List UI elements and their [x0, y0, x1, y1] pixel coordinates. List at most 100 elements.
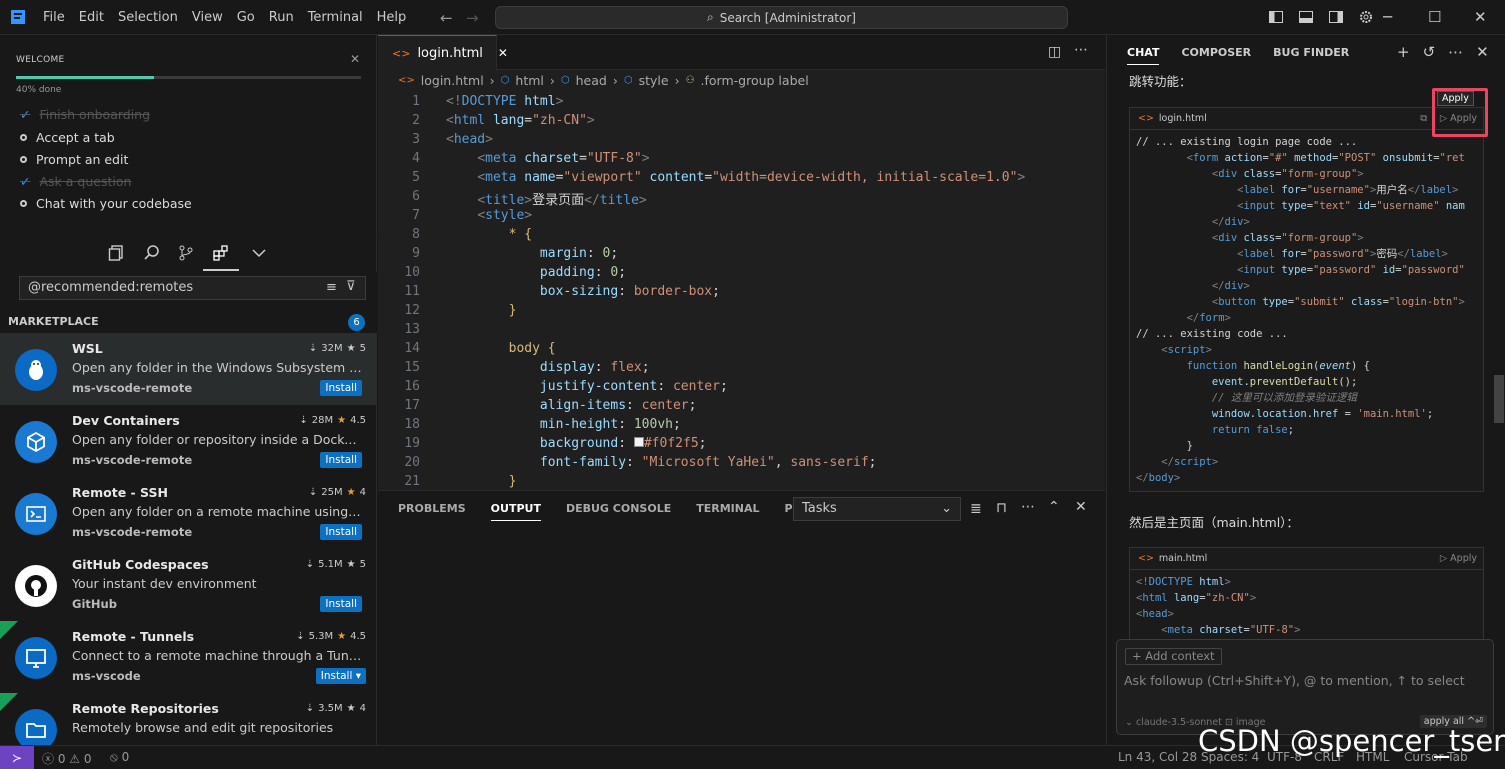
onboarding-item[interactable]: ✓ Ask a question	[20, 174, 131, 189]
filter-icon[interactable]: ⊽	[346, 279, 356, 294]
extension-item[interactable]: Remote Repositories ⇣ 3.5M ★ 4 Remotely bro…	[0, 693, 376, 745]
minimize-icon[interactable]: ─	[1383, 8, 1392, 26]
plus-icon[interactable]: +	[1397, 43, 1410, 61]
output-channel-select[interactable]: Tasks ⌄	[793, 497, 961, 521]
element-icon: ⬡	[560, 75, 570, 86]
menu-run[interactable]: Run	[262, 10, 301, 25]
chat-input-box[interactable]: + Add context Ask followup (Ctrl+Shift+Y…	[1116, 639, 1494, 735]
toggle-panel-icon[interactable]	[1298, 9, 1314, 25]
extension-publisher: ms-vscode-remote	[72, 453, 193, 467]
tab-output[interactable]: OUTPUT	[490, 502, 541, 521]
code-editor[interactable]: 1 <!DOCTYPE html> 2 <html lang="zh-CN"> 3 <…	[378, 92, 1105, 490]
menu-help[interactable]: Help	[370, 10, 414, 25]
menu-selection[interactable]: Selection	[111, 10, 185, 25]
breadcrumb-item[interactable]: style	[639, 73, 669, 88]
history-icon[interactable]: ↺	[1423, 43, 1436, 61]
toggle-secondary-sidebar-icon[interactable]	[1328, 9, 1344, 25]
menu-file[interactable]: File	[36, 10, 72, 25]
gear-icon[interactable]	[1358, 9, 1374, 25]
toggle-sidebar-icon[interactable]	[1268, 9, 1284, 25]
search-icon[interactable]	[143, 244, 161, 262]
onboarding-item[interactable]: Prompt an edit	[20, 152, 128, 167]
errors-indicator[interactable]: ⓧ 0 ⚠ 0	[42, 750, 92, 767]
code-block-header: <> login.html ⧉ ▷ Apply	[1130, 108, 1483, 130]
menu-view[interactable]: View	[185, 10, 230, 25]
forward-arrow-icon[interactable]: →	[466, 9, 479, 27]
install-button[interactable]: Install ▾	[315, 668, 366, 684]
extensions-search-input[interactable]: @recommended:remotes	[19, 276, 366, 300]
close-icon[interactable]: ✕	[498, 46, 508, 60]
extension-item[interactable]: GitHub Codespaces ⇣ 5.1M ★ 5 Your instant d…	[0, 549, 376, 621]
line-number: 18	[404, 417, 420, 432]
tab-bug-finder[interactable]: BUG FINDER	[1273, 46, 1349, 65]
install-button[interactable]: Install	[320, 452, 362, 468]
menu-terminal[interactable]: Terminal	[301, 10, 370, 25]
clear-output-icon[interactable]: ≣	[970, 501, 982, 517]
cloud-download-icon: ⇣	[305, 559, 315, 570]
source-control-icon[interactable]	[177, 244, 195, 262]
apply-button[interactable]: ▷ Apply	[1440, 553, 1477, 564]
explorer-icon[interactable]	[107, 244, 125, 262]
maximize-icon[interactable]: ☐	[1428, 8, 1441, 26]
install-button[interactable]: Install	[320, 380, 362, 396]
tab-chat[interactable]: CHAT	[1127, 46, 1160, 65]
star-icon: ★	[346, 343, 356, 354]
breadcrumb-item[interactable]: .form-group label	[701, 73, 809, 88]
cursor-position[interactable]: Ln 43, Col 28	[1118, 750, 1197, 764]
menu-go[interactable]: Go	[230, 10, 262, 25]
tab-problems[interactable]: PROBLEMS	[398, 502, 466, 521]
maximize-panel-icon[interactable]: ⌃	[1048, 499, 1060, 515]
copy-icon[interactable]: ⧉	[1420, 113, 1427, 124]
tab-terminal[interactable]: TERMINAL	[696, 502, 759, 521]
color-swatch[interactable]	[633, 437, 644, 447]
extension-stats: ⇣ 28M ★ 4.5	[299, 415, 366, 426]
extension-item[interactable]: WSL ⇣ 32M ★ 5 Open any folder in the Window…	[0, 333, 376, 405]
activity-bar	[0, 236, 377, 272]
tab-debug-console[interactable]: DEBUG CONSOLE	[566, 502, 671, 521]
circle-icon	[20, 134, 27, 141]
editor-tabs: <> login.html ✕ ◫ ⋯	[378, 35, 1105, 70]
back-arrow-icon[interactable]: ←	[440, 9, 453, 27]
extension-publisher: ms-vscode-remote	[72, 525, 193, 539]
add-context-button[interactable]: + Add context	[1125, 648, 1222, 665]
extension-item[interactable]: Remote - SSH ⇣ 25M ★ 4 Open any folder on a…	[0, 477, 376, 549]
breadcrumb-item[interactable]: login.html	[421, 73, 484, 88]
close-icon[interactable]: ✕	[350, 52, 360, 66]
extensions-icon[interactable]	[212, 244, 230, 262]
tab-composer[interactable]: COMPOSER	[1181, 46, 1251, 65]
progress-bar	[16, 76, 361, 79]
code-line: <meta charset="UTF-8">	[477, 151, 650, 166]
close-icon[interactable]: ✕	[1075, 499, 1087, 515]
remote-indicator-icon[interactable]: ≻	[0, 746, 34, 769]
onboarding-item[interactable]: ✓ Finish onboarding	[20, 107, 150, 122]
close-icon[interactable]: ✕	[1476, 43, 1489, 61]
chevron-down-icon[interactable]	[250, 244, 268, 262]
scrollbar-thumb[interactable]	[1494, 375, 1504, 423]
extension-item[interactable]: Dev Containers ⇣ 28M ★ 4.5 Open any folder …	[0, 405, 376, 477]
install-button[interactable]: Install	[320, 596, 362, 612]
star-icon: ★	[337, 415, 347, 426]
install-button[interactable]: Install	[320, 524, 362, 540]
line-number: 4	[412, 151, 420, 166]
clear-filter-icon[interactable]: ≡	[326, 280, 337, 295]
onboarding-item[interactable]: Chat with your codebase	[20, 196, 192, 211]
split-editor-icon[interactable]: ◫	[1048, 44, 1061, 60]
close-window-icon[interactable]: ✕	[1474, 8, 1487, 26]
tab-login-html[interactable]: <> login.html ✕	[378, 35, 508, 70]
ports-indicator[interactable]: ⦸ 0	[110, 750, 129, 765]
more-actions-icon[interactable]: ⋯	[1021, 499, 1035, 515]
more-actions-icon[interactable]: ⋯	[1448, 43, 1463, 61]
breadcrumb-item[interactable]: head	[576, 73, 607, 88]
menu-edit[interactable]: Edit	[72, 10, 111, 25]
onboarding-item[interactable]: Accept a tab	[20, 130, 115, 145]
command-search[interactable]: ⌕ Search [Administrator]	[495, 6, 1068, 29]
section-header[interactable]: MARKETPLACE	[8, 315, 99, 328]
chat-input-placeholder[interactable]: Ask followup (Ctrl+Shift+Y), @ to mentio…	[1124, 673, 1465, 688]
code-block-filename: main.html	[1158, 553, 1208, 564]
breadcrumb-item[interactable]: html	[515, 73, 543, 88]
more-actions-icon[interactable]: ⋯	[1074, 42, 1088, 58]
chevron-right-icon: ›	[489, 73, 495, 88]
code-block-content: <!DOCTYPE html> <html lang="zh-CN"> <hea…	[1136, 576, 1301, 636]
extension-item[interactable]: Remote - Tunnels ⇣ 5.3M ★ 4.5 Connect to a …	[0, 621, 376, 693]
lock-icon[interactable]: ⊓	[996, 500, 1007, 516]
